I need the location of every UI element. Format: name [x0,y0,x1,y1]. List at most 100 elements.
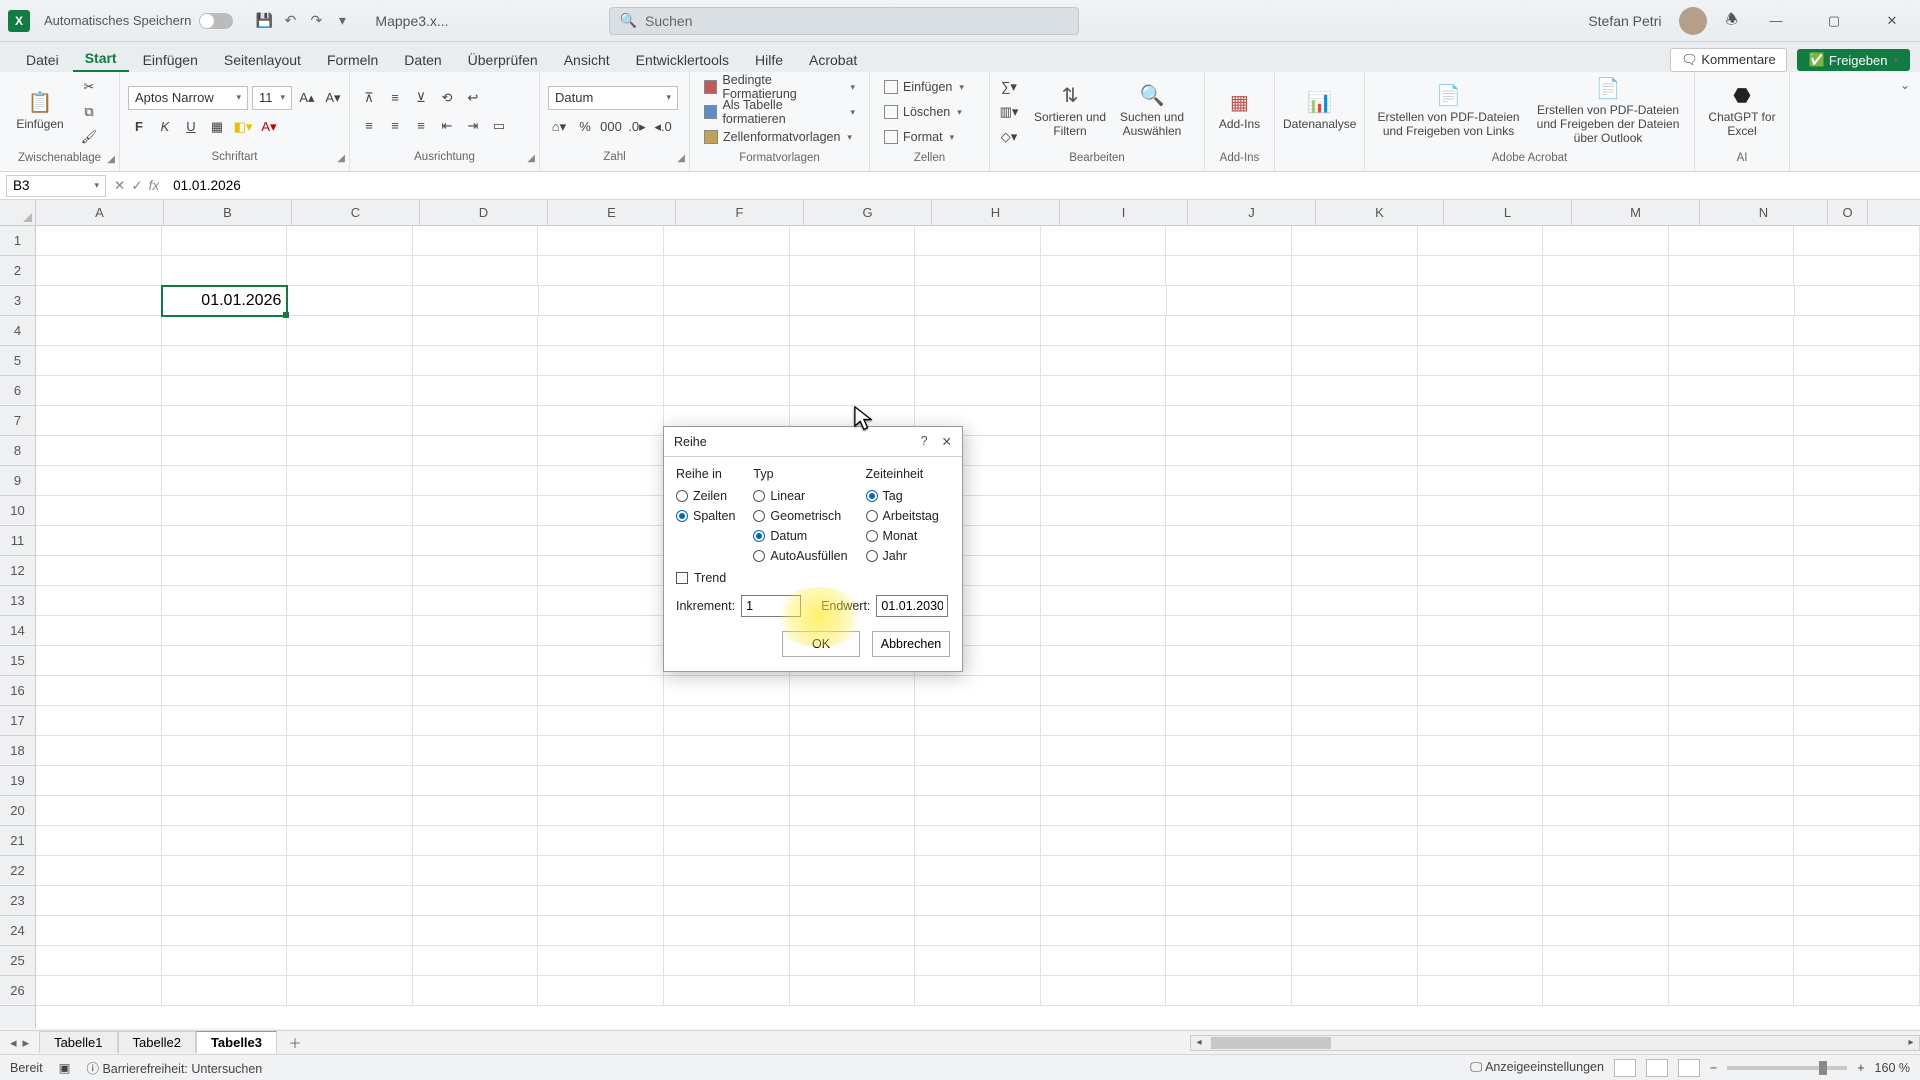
cell-O23[interactable] [1794,886,1920,916]
page-layout-view-icon[interactable] [1646,1059,1668,1077]
cell-B20[interactable] [162,796,288,826]
find-select-button[interactable]: 🔍Suchen und Auswählen [1114,76,1190,148]
cell-N9[interactable] [1669,466,1795,496]
col-header-H[interactable]: H [932,200,1060,225]
cell-J8[interactable] [1166,436,1292,466]
cell-B25[interactable] [162,946,288,976]
cell-E4[interactable] [538,316,664,346]
dialog-help-icon[interactable]: ? [921,434,928,449]
cell-M4[interactable] [1543,316,1669,346]
cell-B22[interactable] [162,856,288,886]
cell-N7[interactable] [1669,406,1795,436]
cell-H18[interactable] [915,736,1041,766]
cell-E2[interactable] [538,256,664,286]
cell-H21[interactable] [915,826,1041,856]
cell-J19[interactable] [1166,766,1292,796]
font-size-combo[interactable]: 11▾ [252,86,292,110]
redo-icon[interactable]: ↷ [307,12,325,30]
cell-B9[interactable] [162,466,288,496]
cell-K18[interactable] [1292,736,1418,766]
cell-H19[interactable] [915,766,1041,796]
cell-C19[interactable] [287,766,413,796]
search-input[interactable]: 🔍 Suchen [609,7,1079,35]
cell-G16[interactable] [790,676,916,706]
trend-checkbox[interactable] [676,572,688,584]
fill-color-button[interactable]: ◧▾ [232,116,254,138]
cell-G20[interactable] [790,796,916,826]
cell-I24[interactable] [1041,916,1167,946]
cell-D6[interactable] [413,376,539,406]
copy-icon[interactable]: ⧉ [78,101,100,123]
orientation-icon[interactable]: ⟲ [436,87,458,109]
cell-F19[interactable] [664,766,790,796]
sheet-tab-3[interactable]: Tabelle3 [196,1031,277,1053]
cell-L21[interactable] [1418,826,1544,856]
cell-D4[interactable] [413,316,539,346]
cell-G25[interactable] [790,946,916,976]
cell-styles-button[interactable]: Zellenformatvorlagen▾ [698,126,861,148]
avatar[interactable] [1679,7,1707,35]
cell-O20[interactable] [1794,796,1920,826]
zoom-in-icon[interactable]: + [1857,1061,1864,1075]
endvalue-input[interactable] [876,595,948,617]
increase-indent-icon[interactable]: ⇥ [462,115,484,137]
cell-E3[interactable] [539,286,665,316]
cell-J5[interactable] [1166,346,1292,376]
cell-D24[interactable] [413,916,539,946]
cell-L10[interactable] [1418,496,1544,526]
cell-E10[interactable] [538,496,664,526]
cell-O17[interactable] [1794,706,1920,736]
cell-B15[interactable] [162,646,288,676]
cell-A23[interactable] [36,886,162,916]
cell-M17[interactable] [1543,706,1669,736]
row-header-13[interactable]: 13 [0,586,35,616]
cell-I4[interactable] [1041,316,1167,346]
cell-O24[interactable] [1794,916,1920,946]
tab-ueberpruefen[interactable]: Überprüfen [456,46,550,72]
radio-autoausfuellen[interactable]: AutoAusfüllen [753,549,847,563]
cell-I3[interactable] [1041,286,1167,316]
cell-L16[interactable] [1418,676,1544,706]
enter-formula-icon[interactable]: ✓ [131,178,142,194]
col-header-I[interactable]: I [1060,200,1188,225]
cell-B13[interactable] [162,586,288,616]
cell-J12[interactable] [1166,556,1292,586]
cell-E21[interactable] [538,826,664,856]
radio-arbeitstag[interactable]: Arbeitstag [866,509,939,523]
cell-A4[interactable] [36,316,162,346]
cell-D14[interactable] [413,616,539,646]
cell-O4[interactable] [1794,316,1920,346]
cell-M19[interactable] [1543,766,1669,796]
cell-N14[interactable] [1669,616,1795,646]
cell-N1[interactable] [1669,226,1795,256]
cell-B7[interactable] [162,406,288,436]
cell-J15[interactable] [1166,646,1292,676]
cell-F1[interactable] [664,226,790,256]
radio-zeilen[interactable]: Zeilen [676,489,735,503]
cell-C3[interactable] [287,286,413,316]
cell-C8[interactable] [287,436,413,466]
cell-K21[interactable] [1292,826,1418,856]
cell-E17[interactable] [538,706,664,736]
worksheet-grid[interactable]: ABCDEFGHIJKLMNO 123456789101112131415161… [0,200,1920,1028]
cell-A8[interactable] [36,436,162,466]
cell-I17[interactable] [1041,706,1167,736]
cell-D2[interactable] [413,256,539,286]
cell-D23[interactable] [413,886,539,916]
cell-M7[interactable] [1543,406,1669,436]
row-header-1[interactable]: 1 [0,226,35,256]
cell-K20[interactable] [1292,796,1418,826]
cell-B11[interactable] [162,526,288,556]
cell-D5[interactable] [413,346,539,376]
cell-L19[interactable] [1418,766,1544,796]
tab-start[interactable]: Start [73,44,129,72]
tab-daten[interactable]: Daten [392,46,453,72]
cell-L14[interactable] [1418,616,1544,646]
cell-M24[interactable] [1543,916,1669,946]
cell-N8[interactable] [1669,436,1795,466]
cell-O18[interactable] [1794,736,1920,766]
macro-record-icon[interactable]: ▣ [59,1060,71,1075]
cell-M26[interactable] [1543,976,1669,1006]
cell-E5[interactable] [538,346,664,376]
cell-N12[interactable] [1669,556,1795,586]
